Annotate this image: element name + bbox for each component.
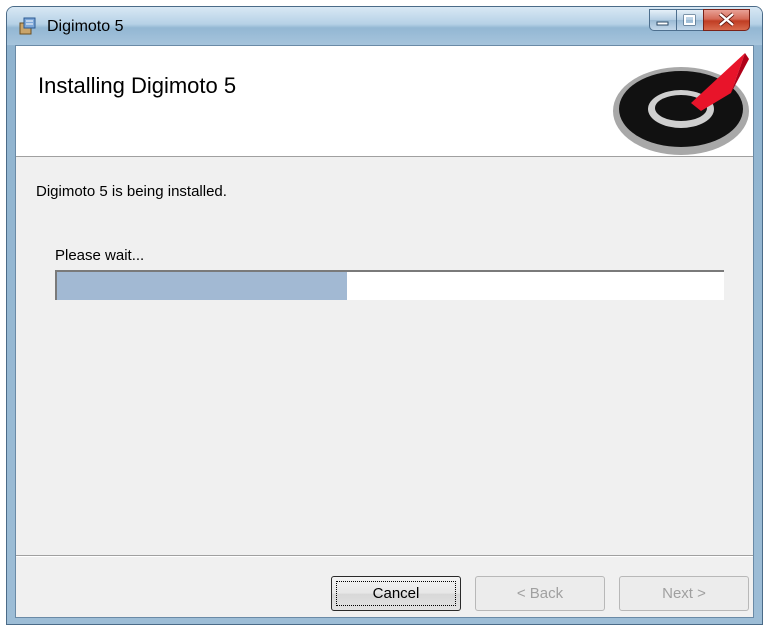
back-button[interactable]: < Back [475,576,605,611]
window-controls [649,9,750,33]
window-title: Digimoto 5 [47,18,124,35]
install-progress-bar [55,270,724,300]
installer-app-icon [19,17,36,35]
back-button-label: < Back [516,585,564,602]
minimize-icon [656,21,669,26]
maximize-icon [683,14,696,26]
page-title: Installing Digimoto 5 [38,73,237,98]
title-bar[interactable]: Digimoto 5 [7,7,762,45]
progress-fill [57,272,348,300]
minimize-button[interactable] [649,9,676,31]
digimoto-logo [613,53,749,155]
please-wait-label: Please wait... [55,247,145,264]
focus-rectangle [336,581,456,606]
footer-divider [16,555,753,557]
header-banner: Installing Digimoto 5 [16,46,753,157]
installer-client-area: Installing Digimoto 5 Digimoto 5 is bein… [15,45,754,618]
close-button[interactable] [703,9,750,31]
close-icon [718,12,735,27]
next-button-label: Next > [662,585,706,602]
cancel-button[interactable]: Cancel [331,576,461,611]
installer-window: Digimoto 5 Installing Digimoto 5 Digimot… [6,6,763,625]
next-button[interactable]: Next > [619,576,749,611]
install-status-message: Digimoto 5 is being installed. [36,183,227,200]
maximize-button[interactable] [676,9,703,31]
